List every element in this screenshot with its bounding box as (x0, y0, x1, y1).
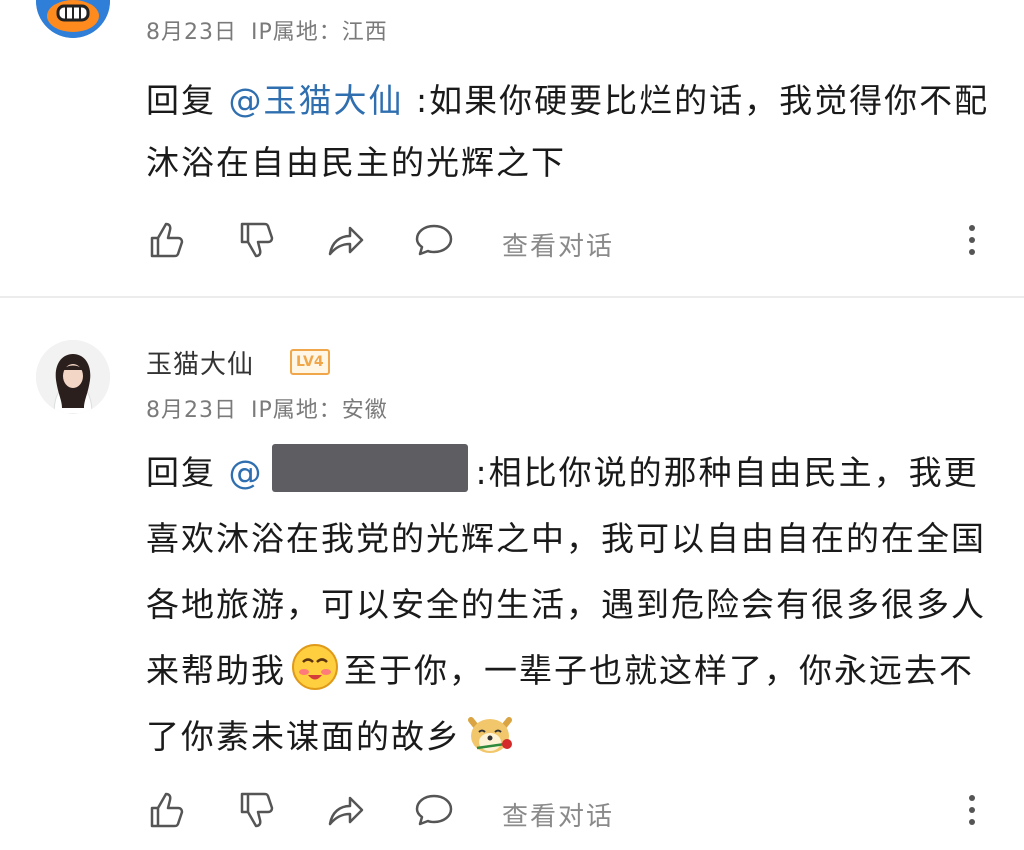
avatar[interactable] (36, 340, 110, 414)
reply-prefix: 回复 (146, 81, 216, 120)
comment-date: 8月23日 (146, 398, 237, 423)
comment-bubble-icon[interactable] (414, 220, 454, 260)
comment-2: 玉猫大仙 LV4 8月23日 IP属地：安徽 回复 @:相比你说的那种自由民主，我… (0, 300, 1024, 850)
level-badge: LV4 (290, 349, 330, 375)
blushing-face-emoji (292, 644, 338, 690)
reply-prefix: 回复 (146, 453, 216, 492)
comment-meta: 8月23日 IP属地：江西 (146, 14, 402, 46)
username[interactable]: 玉猫大仙 (146, 344, 254, 381)
avatar-girl-icon (36, 340, 110, 414)
thumb-up-icon[interactable] (146, 220, 186, 260)
ip-label: IP属地： (251, 398, 342, 423)
mention-link[interactable]: @玉猫大仙 (229, 81, 404, 120)
share-icon[interactable] (326, 220, 366, 260)
comment-date: 8月23日 (146, 20, 237, 45)
more-vertical-icon[interactable] (964, 790, 980, 830)
avatar[interactable] (36, 0, 110, 38)
comment-body: 回复 @:相比你说的那种自由民主，我更喜欢沐浴在我党的光辉之中，我可以自由自在的… (146, 440, 986, 770)
view-conversation-link[interactable]: 查看对话 (502, 796, 614, 833)
thumb-down-icon[interactable] (236, 790, 276, 830)
comment-body: 回复 @玉猫大仙 :如果你硬要比烂的话，我觉得你不配沐浴在自由民主的光辉之下 (146, 70, 996, 194)
view-conversation-link[interactable]: 查看对话 (502, 226, 614, 263)
more-vertical-icon[interactable] (964, 220, 980, 260)
avatar-cartoon-icon (36, 0, 110, 38)
comment-1: 8月23日 IP属地：江西 回复 @玉猫大仙 :如果你硬要比烂的话，我觉得你不配沐… (0, 0, 1024, 296)
divider (0, 296, 1024, 298)
comment-bubble-icon[interactable] (414, 790, 454, 830)
dog-with-rose-emoji (468, 717, 512, 753)
thumb-up-icon[interactable] (146, 790, 186, 830)
redacted-username-block (271, 444, 468, 492)
thumb-down-icon[interactable] (236, 220, 276, 260)
comment-meta: 8月23日 IP属地：安徽 (146, 392, 402, 424)
comment-actions: 查看对话 (146, 790, 1006, 840)
ip-label: IP属地： (251, 20, 342, 45)
share-icon[interactable] (326, 790, 366, 830)
comment-actions: 查看对话 (146, 220, 1006, 270)
ip-location: 安徽 (341, 398, 388, 423)
ip-location: 江西 (341, 20, 388, 45)
mention-link[interactable]: @ (229, 453, 264, 492)
